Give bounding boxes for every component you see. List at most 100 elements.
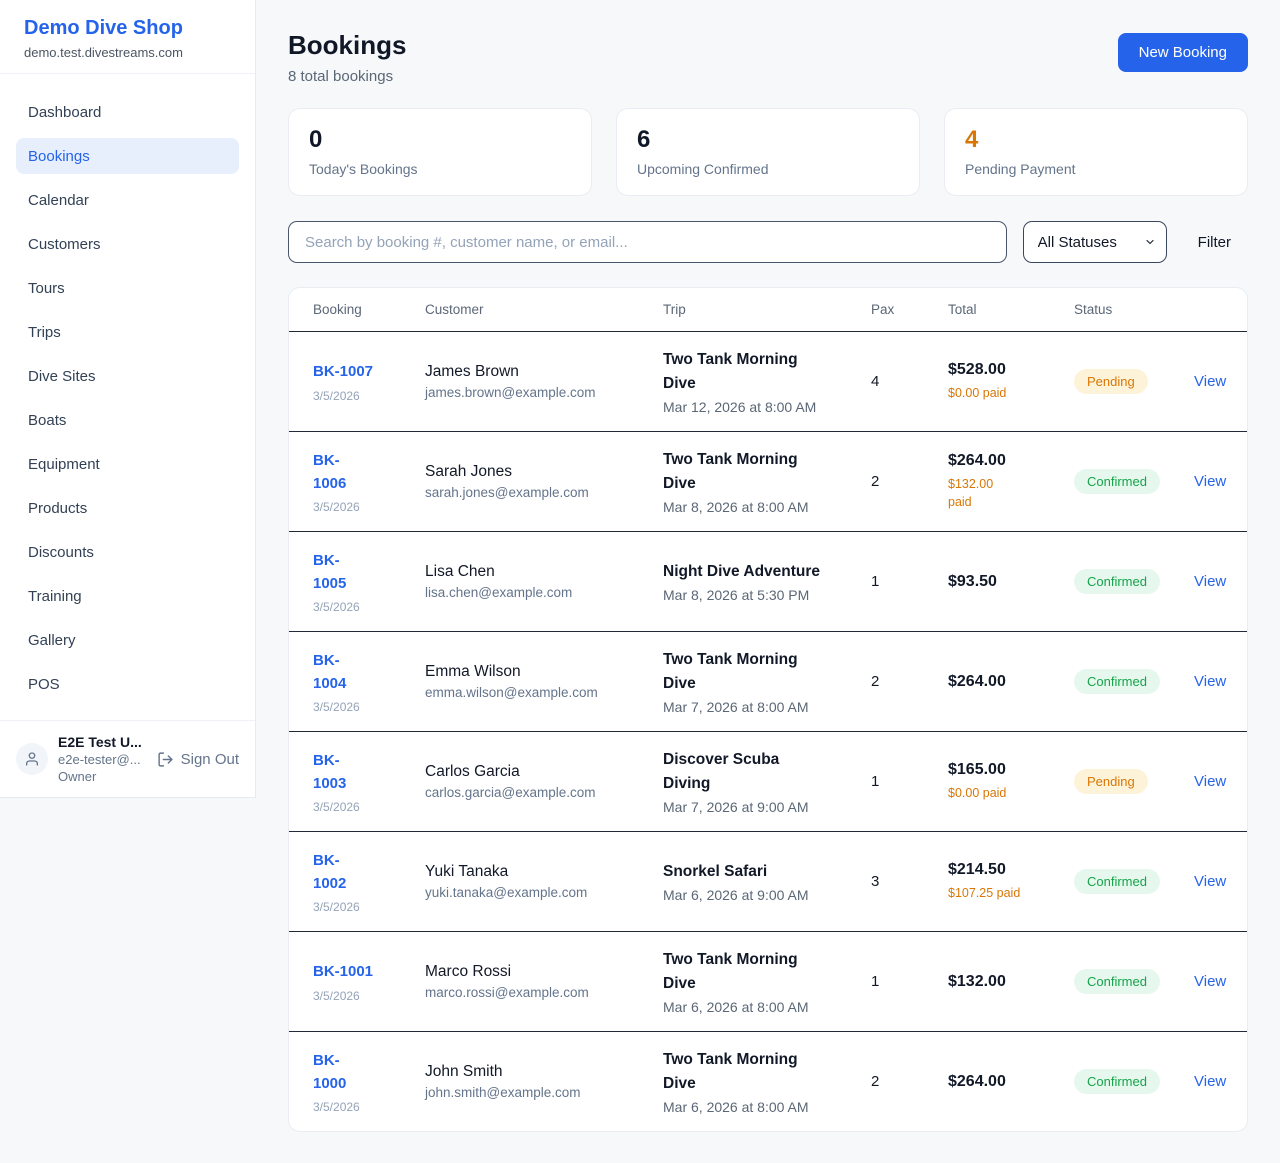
status-cell: Confirmed	[1074, 1069, 1194, 1094]
bookings-table: Booking Customer Trip Pax Total Status B…	[288, 287, 1248, 1132]
booking-date: 3/5/2026	[313, 800, 425, 814]
booking-link[interactable]: BK- 1004	[313, 649, 346, 696]
view-link[interactable]: View	[1194, 473, 1226, 490]
paid-amount: $132.00 paid	[948, 475, 1074, 511]
status-badge: Pending	[1074, 369, 1148, 394]
booking-cell: BK-1001 3/5/2026	[313, 960, 425, 1002]
total-amount: $528.00	[948, 361, 1074, 379]
sidebar-item-customers[interactable]: Customers	[16, 226, 239, 262]
user-info: E2E Test U... e2e-tester@... Owner	[58, 734, 147, 784]
table-row: BK-1001 3/5/2026 Marco Rossi marco.rossi…	[289, 931, 1247, 1031]
status-cell: Pending	[1074, 769, 1194, 794]
sidebar-user-footer: E2E Test U... e2e-tester@... Owner Sign …	[0, 720, 255, 797]
booking-link[interactable]: BK- 1002	[313, 849, 346, 896]
sidebar-item-bookings[interactable]: Bookings	[16, 138, 239, 174]
sidebar-item-dive-sites[interactable]: Dive Sites	[16, 358, 239, 394]
sidebar-item-training[interactable]: Training	[16, 578, 239, 614]
trip-datetime: Mar 6, 2026 at 8:00 AM	[663, 999, 871, 1015]
view-link[interactable]: View	[1194, 873, 1226, 890]
booking-link[interactable]: BK- 1006	[313, 449, 346, 496]
pax-cell: 1	[871, 973, 948, 990]
paid-amount: $0.00 paid	[948, 384, 1074, 402]
total-cell: $93.50	[948, 573, 1074, 591]
total-amount: $264.00	[948, 1073, 1074, 1091]
sidebar-item-pos[interactable]: POS	[16, 666, 239, 702]
sidebar: Demo Dive Shop demo.test.divestreams.com…	[0, 0, 256, 798]
view-link[interactable]: View	[1194, 573, 1226, 590]
trip-datetime: Mar 8, 2026 at 5:30 PM	[663, 587, 871, 603]
actions-cell: View	[1194, 373, 1226, 391]
pax-cell: 1	[871, 573, 948, 590]
booking-cell: BK- 1003 3/5/2026	[313, 749, 425, 815]
total-amount: $165.00	[948, 761, 1074, 779]
sidebar-item-label: Trips	[28, 324, 61, 341]
booking-link[interactable]: BK-1001	[313, 960, 373, 983]
search-input[interactable]	[288, 221, 1007, 263]
column-header-pax: Pax	[871, 302, 948, 317]
customer-cell: James Brown james.brown@example.com	[425, 363, 663, 400]
actions-cell: View	[1194, 1073, 1226, 1091]
sidebar-item-discounts[interactable]: Discounts	[16, 534, 239, 570]
trip-datetime: Mar 7, 2026 at 9:00 AM	[663, 799, 871, 815]
sidebar-item-trips[interactable]: Trips	[16, 314, 239, 350]
status-select[interactable]: All Statuses	[1024, 222, 1166, 262]
table-header-row: Booking Customer Trip Pax Total Status	[289, 288, 1247, 331]
sidebar-item-label: Dive Sites	[28, 368, 96, 385]
user-role: Owner	[58, 769, 147, 784]
customer-email: emma.wilson@example.com	[425, 685, 663, 700]
sidebar-item-label: Customers	[28, 236, 101, 253]
sign-out-button[interactable]: Sign Out	[157, 751, 239, 768]
trip-cell: Snorkel Safari Mar 6, 2026 at 9:00 AM	[663, 860, 871, 903]
booking-link[interactable]: BK-1007	[313, 360, 373, 383]
table-row: BK- 1005 3/5/2026 Lisa Chen lisa.chen@ex…	[289, 531, 1247, 631]
pax-cell: 3	[871, 873, 948, 890]
view-link[interactable]: View	[1194, 373, 1226, 390]
customer-name: James Brown	[425, 363, 663, 381]
view-link[interactable]: View	[1194, 673, 1226, 690]
status-cell: Confirmed	[1074, 969, 1194, 994]
status-cell: Confirmed	[1074, 569, 1194, 594]
trip-cell: Night Dive Adventure Mar 8, 2026 at 5:30…	[663, 560, 871, 603]
status-cell: Confirmed	[1074, 869, 1194, 894]
booking-link[interactable]: BK- 1005	[313, 549, 346, 596]
sidebar-item-label: Products	[28, 500, 87, 517]
booking-date: 3/5/2026	[313, 900, 425, 914]
sign-out-label: Sign Out	[181, 751, 239, 768]
total-cell: $264.00	[948, 1073, 1074, 1091]
booking-date: 3/5/2026	[313, 389, 425, 403]
trip-datetime: Mar 7, 2026 at 8:00 AM	[663, 699, 871, 715]
table-row: BK- 1006 3/5/2026 Sarah Jones sarah.jone…	[289, 431, 1247, 531]
page-header: Bookings 8 total bookings New Booking	[288, 30, 1248, 85]
customer-cell: Sarah Jones sarah.jones@example.com	[425, 463, 663, 500]
stat-card-pending-payment: 4 Pending Payment	[944, 108, 1248, 196]
page-header-text: Bookings 8 total bookings	[288, 30, 406, 85]
shop-domain: demo.test.divestreams.com	[24, 45, 231, 60]
status-badge: Confirmed	[1074, 469, 1160, 494]
brand-title: Demo Dive Shop	[24, 17, 231, 40]
user-name: E2E Test U...	[58, 734, 147, 750]
customer-name: John Smith	[425, 1063, 663, 1081]
sidebar-item-label: POS	[28, 676, 60, 693]
sidebar-item-products[interactable]: Products	[16, 490, 239, 526]
sidebar-item-calendar[interactable]: Calendar	[16, 182, 239, 218]
customer-cell: John Smith john.smith@example.com	[425, 1063, 663, 1100]
view-link[interactable]: View	[1194, 1073, 1226, 1090]
status-badge: Confirmed	[1074, 969, 1160, 994]
customer-email: yuki.tanaka@example.com	[425, 885, 663, 900]
stat-label: Pending Payment	[965, 161, 1227, 177]
sidebar-item-equipment[interactable]: Equipment	[16, 446, 239, 482]
sidebar-item-boats[interactable]: Boats	[16, 402, 239, 438]
trip-name: Two Tank Morning Dive	[663, 448, 871, 496]
view-link[interactable]: View	[1194, 773, 1226, 790]
view-link[interactable]: View	[1194, 973, 1226, 990]
booking-link[interactable]: BK- 1003	[313, 749, 346, 796]
booking-date: 3/5/2026	[313, 989, 425, 1003]
sidebar-item-tours[interactable]: Tours	[16, 270, 239, 306]
total-amount: $132.00	[948, 973, 1074, 991]
sidebar-item-dashboard[interactable]: Dashboard	[16, 94, 239, 130]
table-row: BK- 1000 3/5/2026 John Smith john.smith@…	[289, 1031, 1247, 1131]
sidebar-item-gallery[interactable]: Gallery	[16, 622, 239, 658]
booking-date: 3/5/2026	[313, 500, 425, 514]
new-booking-button[interactable]: New Booking	[1118, 33, 1248, 72]
booking-link[interactable]: BK- 1000	[313, 1049, 346, 1096]
